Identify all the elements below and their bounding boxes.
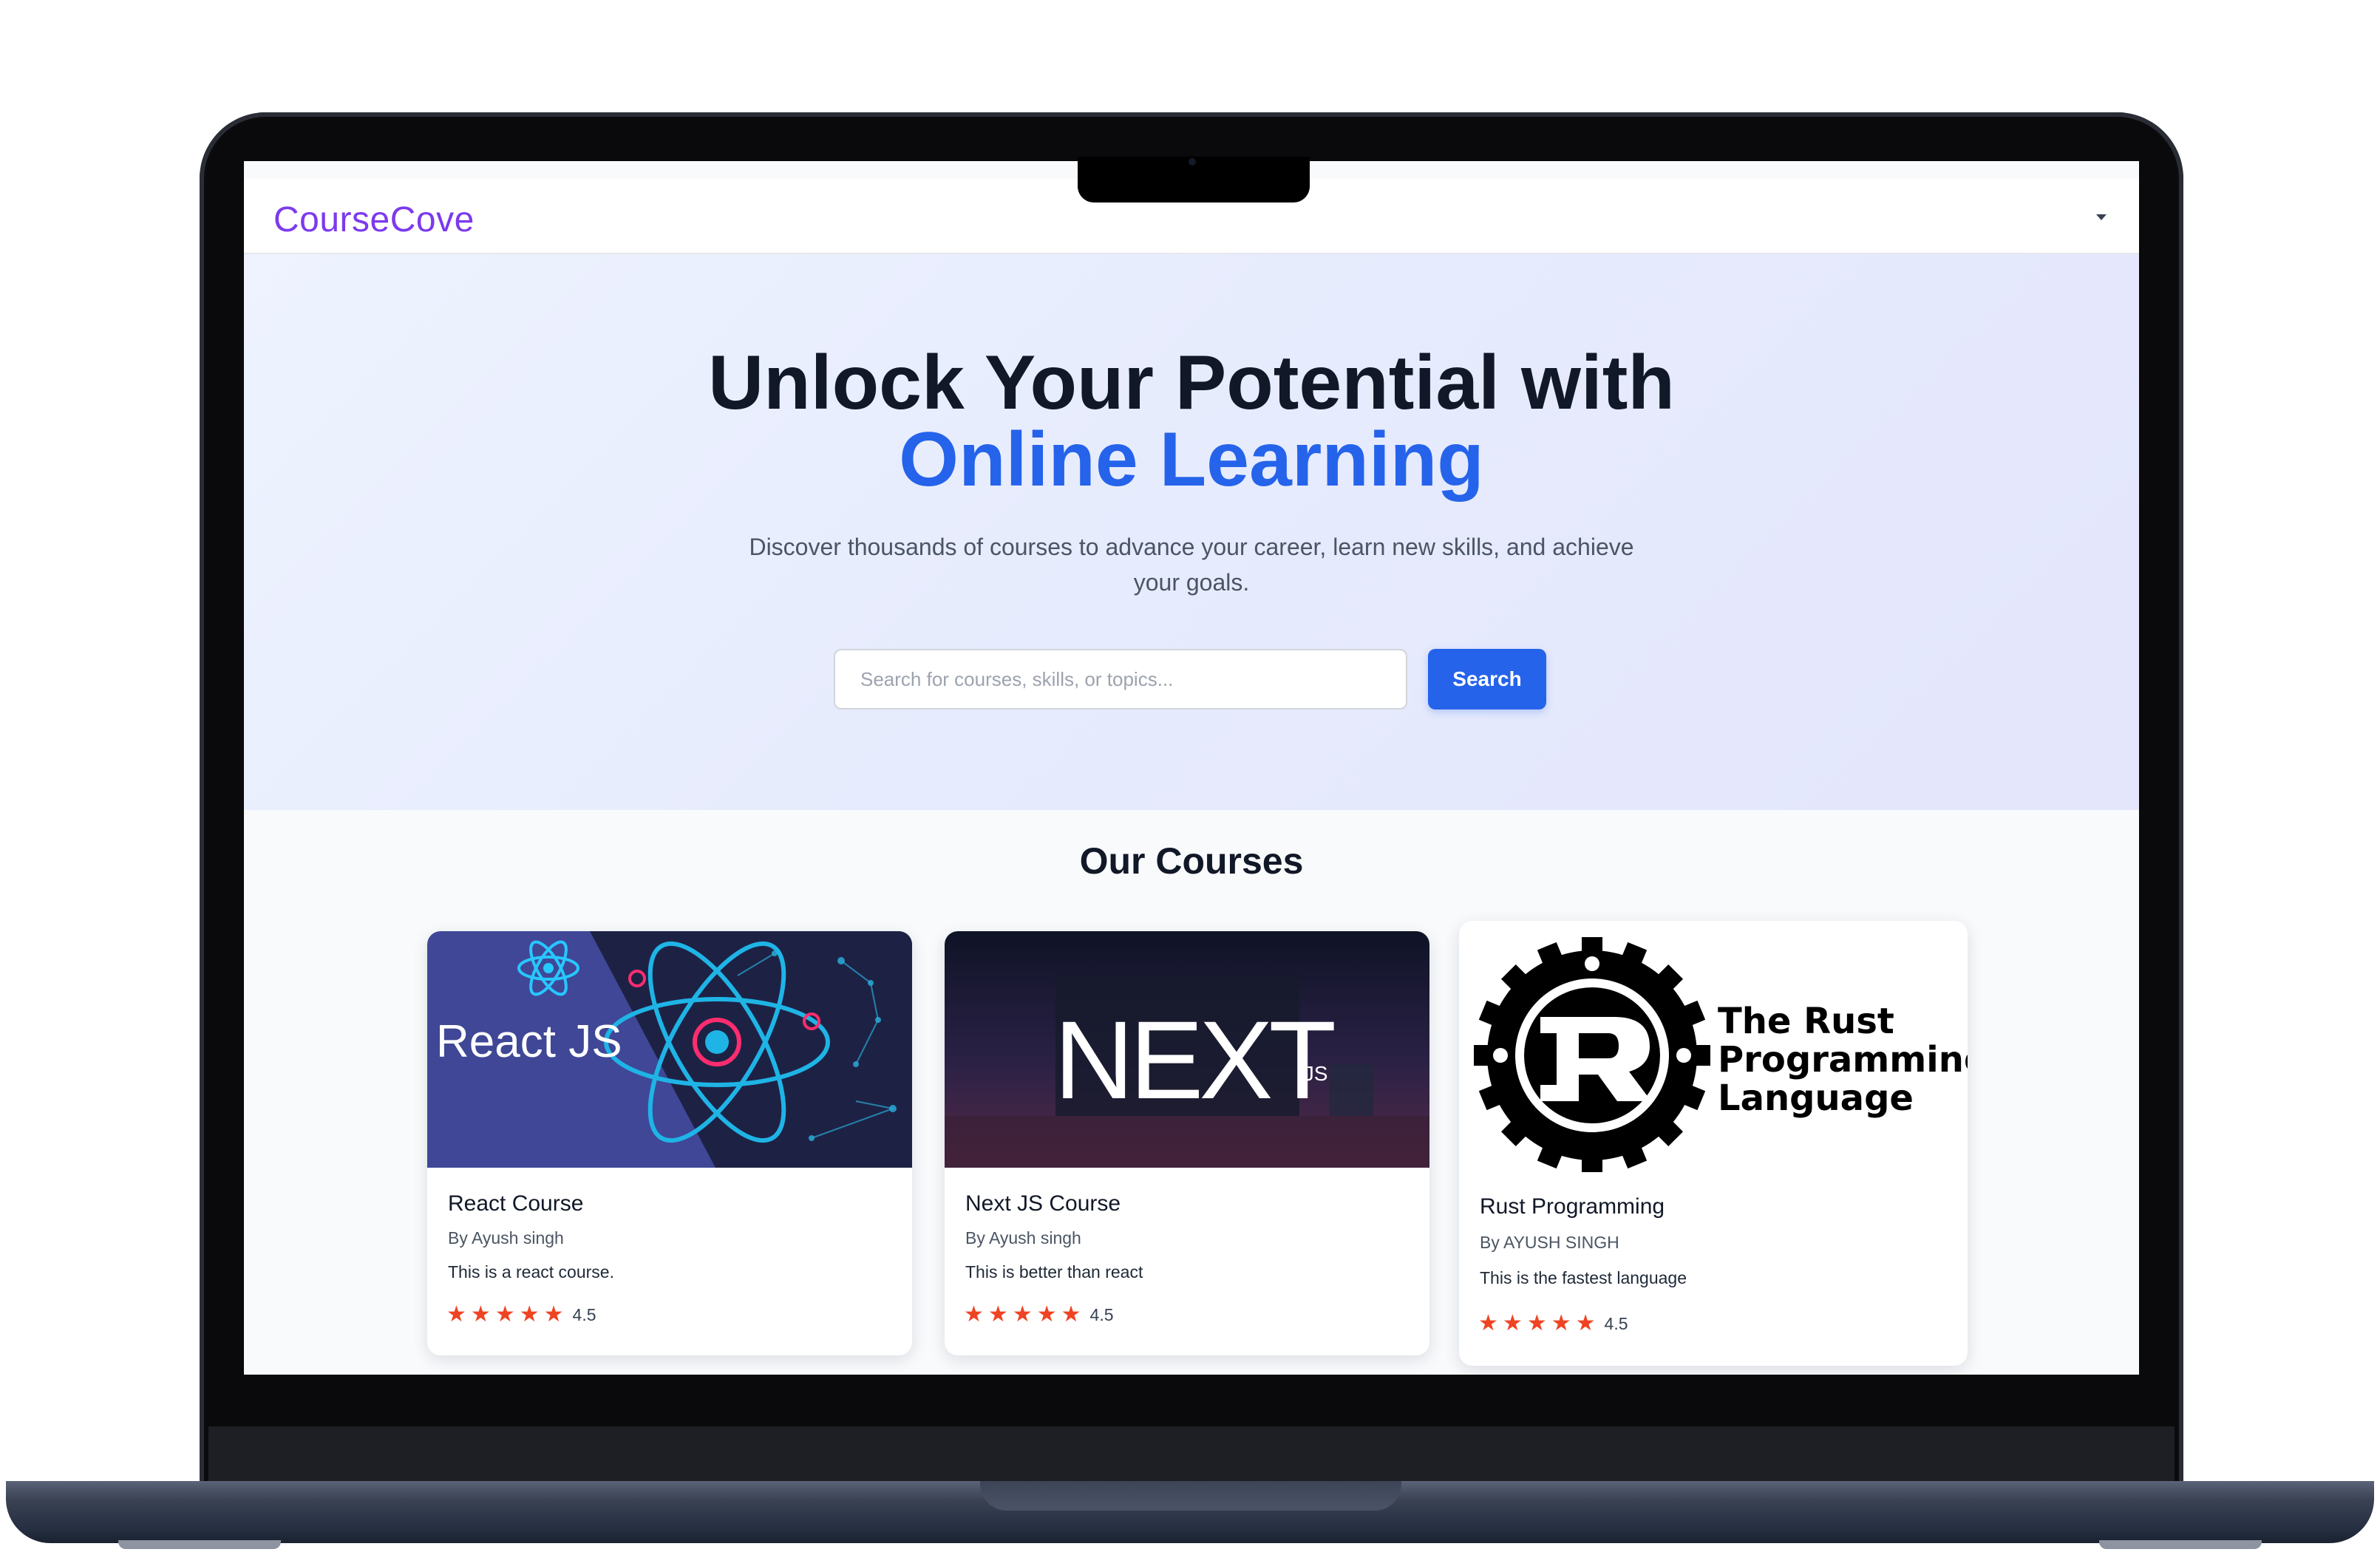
course-title[interactable]: Rust Programming (1480, 1194, 1665, 1219)
star-icon: ★ (519, 1302, 540, 1327)
hero-subtitle: Discover thousands of courses to advance… (749, 534, 1634, 596)
search-button[interactable]: Search (1428, 649, 1546, 709)
star-icon: ★ (1575, 1311, 1596, 1335)
hero-title-line1: Unlock Your Potential with (708, 340, 1675, 426)
caret-down-icon[interactable] (2096, 214, 2107, 220)
laptop-foot-right (2099, 1540, 2262, 1549)
star-icon: ★ (964, 1302, 984, 1327)
search-input[interactable] (834, 649, 1407, 709)
brand-logo[interactable]: CourseCove (273, 200, 475, 240)
course-author: By Ayush singh (965, 1228, 1081, 1248)
star-icon: ★ (1526, 1311, 1547, 1335)
course-description: This is the fastest language (1480, 1268, 1687, 1287)
course-card-rust[interactable]: The Rust Programming Language Rust Progr… (1459, 921, 1968, 1366)
course-rating: ★ ★ ★ ★ ★ 4.5 (964, 1304, 1114, 1326)
course-title[interactable]: React Course (448, 1191, 583, 1216)
course-card-nextjs[interactable]: NEXT .JS Next JS Course By Ayush singh T… (945, 931, 1429, 1355)
laptop-chin (208, 1426, 2175, 1481)
rust-thumbnail: The Rust Programming Language (1459, 921, 1968, 1172)
course-rating: ★ ★ ★ ★ ★ 4.5 (446, 1304, 596, 1326)
hero-section: Unlock Your Potential with Online Learni… (244, 254, 2139, 810)
star-icon: ★ (446, 1302, 466, 1327)
course-description: This is a react course. (448, 1262, 614, 1282)
star-icon: ★ (1061, 1302, 1081, 1327)
star-icon: ★ (470, 1302, 491, 1327)
react-thumbnail: React JS (427, 931, 912, 1168)
star-icon: ★ (987, 1302, 1008, 1327)
course-author: By AYUSH SINGH (1480, 1233, 1619, 1252)
courses-heading: Our Courses (1079, 840, 1304, 882)
hero-title-accent: Online Learning (899, 417, 1484, 503)
star-icon: ★ (543, 1302, 564, 1327)
star-icon: ★ (1012, 1302, 1033, 1327)
star-icon: ★ (494, 1302, 515, 1327)
rating-value: 4.5 (572, 1304, 596, 1324)
react-thumbnail-text: React JS (436, 1016, 622, 1067)
camera-icon (1189, 158, 1196, 166)
nextjs-thumbnail-text: NEXT (1054, 998, 1334, 1122)
course-rating: ★ ★ ★ ★ ★ 4.5 (1478, 1313, 1628, 1335)
rating-value: 4.5 (1604, 1313, 1628, 1333)
course-author: By Ayush singh (448, 1228, 564, 1248)
star-icon: ★ (1036, 1302, 1057, 1327)
laptop-screen: CourseCove Unlock Your Potential with On… (244, 161, 2139, 1375)
star-icon: ★ (1551, 1311, 1571, 1335)
nextjs-thumbnail-suffix: .JS (1298, 1062, 1327, 1085)
course-card-react[interactable]: React JS React Course By Ayush singh Thi… (427, 931, 912, 1355)
star-icon: ★ (1502, 1311, 1523, 1335)
course-description: This is better than react (965, 1262, 1143, 1282)
hero-title: Unlock Your Potential with Online Learni… (244, 344, 2139, 498)
laptop-hinge-notch (980, 1481, 1401, 1511)
course-title[interactable]: Next JS Course (965, 1191, 1121, 1216)
star-icon: ★ (1478, 1311, 1498, 1335)
rating-value: 4.5 (1089, 1304, 1114, 1324)
laptop-foot-left (118, 1540, 281, 1549)
nextjs-thumbnail: NEXT .JS (945, 931, 1429, 1168)
